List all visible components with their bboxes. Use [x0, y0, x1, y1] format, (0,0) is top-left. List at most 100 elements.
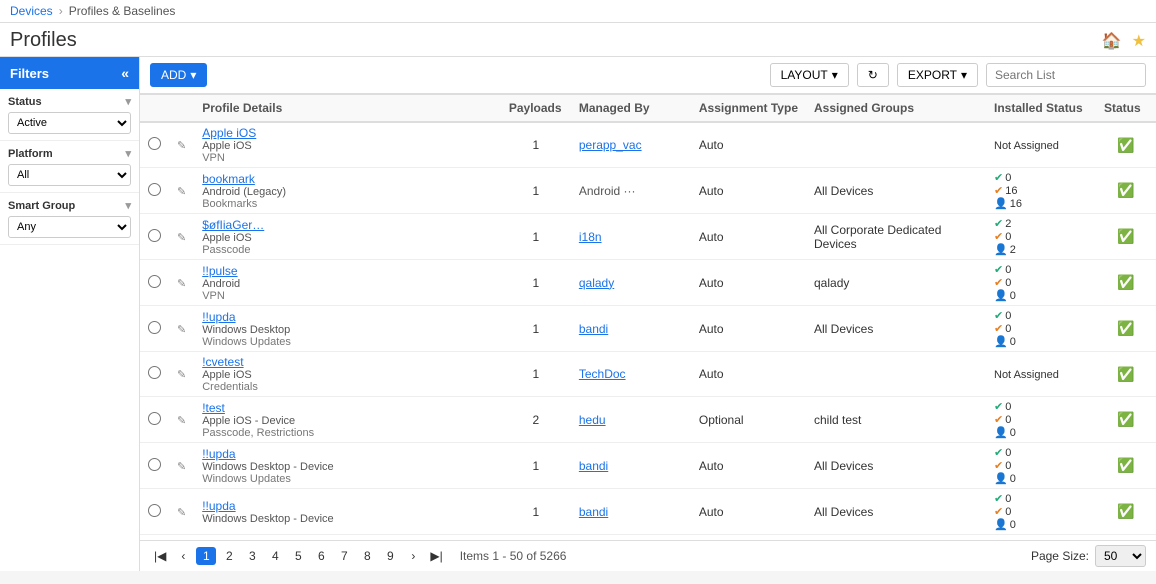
- managed-by-link[interactable]: TechDoc: [579, 367, 626, 381]
- row-edit[interactable]: ✎: [169, 443, 194, 489]
- row-radio[interactable]: [140, 168, 169, 214]
- managed-by-link[interactable]: bandi: [579, 459, 608, 473]
- breadcrumb-devices[interactable]: Devices: [10, 4, 53, 18]
- profile-name[interactable]: !!pulse: [202, 264, 237, 278]
- profile-name[interactable]: bookmark: [202, 172, 255, 186]
- managed-by-link[interactable]: perapp_vac: [579, 138, 642, 152]
- status-icon: ✅: [1117, 457, 1134, 473]
- managed-by-link[interactable]: qalady: [579, 276, 614, 290]
- prev-page-button[interactable]: ‹: [173, 547, 193, 565]
- installed-orange-row: ✔ 0: [994, 230, 1088, 243]
- row-edit[interactable]: ✎: [169, 489, 194, 535]
- profile-name[interactable]: !!upda: [202, 447, 235, 461]
- edit-icon[interactable]: ✎: [177, 461, 186, 473]
- installed-green-icon: ✔: [994, 217, 1003, 230]
- next-page-button[interactable]: ›: [403, 547, 423, 565]
- page-9-button[interactable]: 9: [380, 547, 400, 565]
- profile-name[interactable]: !test: [202, 401, 225, 415]
- installed-green-row: ✔ 2: [994, 217, 1088, 230]
- managed-by-link[interactable]: bandi: [579, 322, 608, 336]
- installed-green-count: 2: [1005, 218, 1011, 230]
- filter-status-select[interactable]: Active Inactive All: [8, 112, 131, 134]
- profile-type: Credentials: [202, 381, 493, 393]
- installed-orange-row: ✔ 0: [994, 505, 1088, 518]
- refresh-button[interactable]: ↻: [857, 63, 889, 87]
- layout-button[interactable]: LAYOUT ▾: [770, 63, 849, 87]
- status-icon: ✅: [1117, 366, 1134, 382]
- row-radio[interactable]: [140, 352, 169, 397]
- managed-by-link[interactable]: bandi: [579, 505, 608, 519]
- row-radio[interactable]: [140, 306, 169, 352]
- sidebar-header: Filters «: [0, 57, 139, 89]
- edit-icon[interactable]: ✎: [177, 324, 186, 336]
- page-6-button[interactable]: 6: [311, 547, 331, 565]
- edit-icon[interactable]: ✎: [177, 278, 186, 290]
- installed-person-icon: 👤: [994, 335, 1008, 348]
- installed-green-row: ✔ 0: [994, 400, 1088, 413]
- filter-smartgroup-select[interactable]: Any: [8, 216, 131, 238]
- profile-name[interactable]: !cvetest: [202, 355, 243, 369]
- row-radio[interactable]: [140, 397, 169, 443]
- breadcrumb-separator: ›: [59, 4, 63, 18]
- row-edit[interactable]: ✎: [169, 306, 194, 352]
- managed-by-link[interactable]: Android ···: [579, 184, 636, 198]
- managed-by-cell: bandi: [571, 443, 691, 489]
- row-radio[interactable]: [140, 489, 169, 535]
- first-page-button[interactable]: |◀: [150, 547, 170, 565]
- row-radio[interactable]: [140, 214, 169, 260]
- page-size-select[interactable]: 25 50 100 250: [1095, 545, 1146, 567]
- row-edit[interactable]: ✎: [169, 260, 194, 306]
- edit-icon[interactable]: ✎: [177, 186, 186, 198]
- profile-name[interactable]: Apple iOS: [202, 126, 256, 140]
- edit-icon[interactable]: ✎: [177, 369, 186, 381]
- profile-type: VPN: [202, 152, 493, 164]
- installed-person-icon: 👤: [994, 518, 1008, 531]
- col-assignment-type: Assignment Type: [691, 95, 806, 123]
- add-button[interactable]: ADD ▾: [150, 63, 207, 87]
- managed-by-link[interactable]: i18n: [579, 230, 602, 244]
- sidebar-collapse-button[interactable]: «: [121, 65, 129, 81]
- row-edit[interactable]: ✎: [169, 397, 194, 443]
- edit-icon[interactable]: ✎: [177, 415, 186, 427]
- edit-icon[interactable]: ✎: [177, 507, 186, 519]
- installed-person-count: 0: [1010, 427, 1016, 439]
- row-edit[interactable]: ✎: [169, 352, 194, 397]
- search-input[interactable]: [986, 63, 1146, 87]
- installed-orange-icon: ✔: [994, 413, 1003, 426]
- profile-name[interactable]: !!upda: [202, 310, 235, 324]
- installed-person-icon: 👤: [994, 243, 1008, 256]
- payloads-cell: 1: [501, 489, 571, 535]
- last-page-button[interactable]: ▶|: [426, 547, 446, 565]
- profile-details-cell: !!upda Windows Desktop - Device Windows …: [194, 443, 501, 489]
- page-1-button[interactable]: 1: [196, 547, 216, 565]
- page-4-button[interactable]: 4: [265, 547, 285, 565]
- page-5-button[interactable]: 5: [288, 547, 308, 565]
- installed-person-count: 0: [1010, 473, 1016, 485]
- edit-icon[interactable]: ✎: [177, 140, 186, 152]
- row-edit[interactable]: ✎: [169, 122, 194, 168]
- page-3-button[interactable]: 3: [242, 547, 262, 565]
- row-radio[interactable]: [140, 443, 169, 489]
- home-icon[interactable]: 🏠: [1102, 31, 1122, 51]
- profiles-table: Profile Details Payloads Managed By Assi…: [140, 94, 1156, 535]
- page-8-button[interactable]: 8: [357, 547, 377, 565]
- status-cell: ✅: [1096, 352, 1156, 397]
- edit-icon[interactable]: ✎: [177, 232, 186, 244]
- page-2-button[interactable]: 2: [219, 547, 239, 565]
- export-button[interactable]: EXPORT ▾: [897, 63, 978, 87]
- status-cell: ✅: [1096, 214, 1156, 260]
- row-radio[interactable]: [140, 122, 169, 168]
- row-radio[interactable]: [140, 260, 169, 306]
- row-edit[interactable]: ✎: [169, 168, 194, 214]
- status-cell: ✅: [1096, 443, 1156, 489]
- page-7-button[interactable]: 7: [334, 547, 354, 565]
- profile-name[interactable]: !!upda: [202, 499, 235, 513]
- row-edit[interactable]: ✎: [169, 214, 194, 260]
- managed-by-link[interactable]: hedu: [579, 413, 606, 427]
- profile-details-cell: bookmark Android (Legacy) Bookmarks: [194, 168, 501, 214]
- profile-name[interactable]: $øfIiaGer…: [202, 218, 264, 232]
- filter-platform-select[interactable]: All iOS Android Windows: [8, 164, 131, 186]
- table-row: ✎!test Apple iOS - Device Passcode, Rest…: [140, 397, 1156, 443]
- status-cell: ✅: [1096, 168, 1156, 214]
- star-icon[interactable]: ★: [1132, 31, 1146, 51]
